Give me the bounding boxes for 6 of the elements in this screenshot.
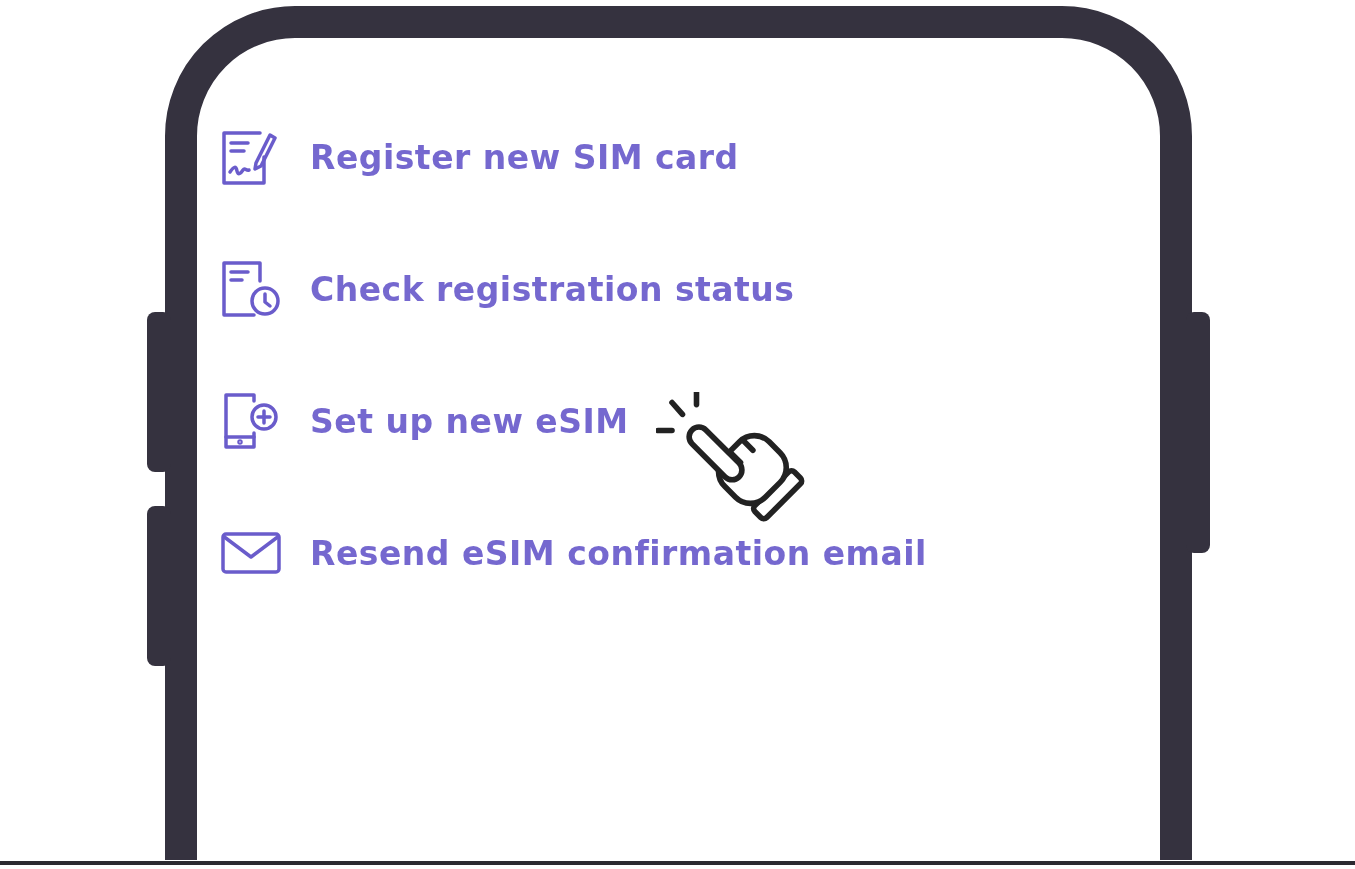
document-clock-icon xyxy=(220,259,282,319)
menu-link[interactable]: Set up new eSIM xyxy=(310,401,629,441)
menu-link[interactable]: Check registration status xyxy=(310,269,795,309)
menu-link[interactable]: Resend eSIM confirmation email xyxy=(310,533,927,573)
menu-link[interactable]: Register new SIM card xyxy=(310,137,739,177)
envelope-icon xyxy=(220,531,282,575)
